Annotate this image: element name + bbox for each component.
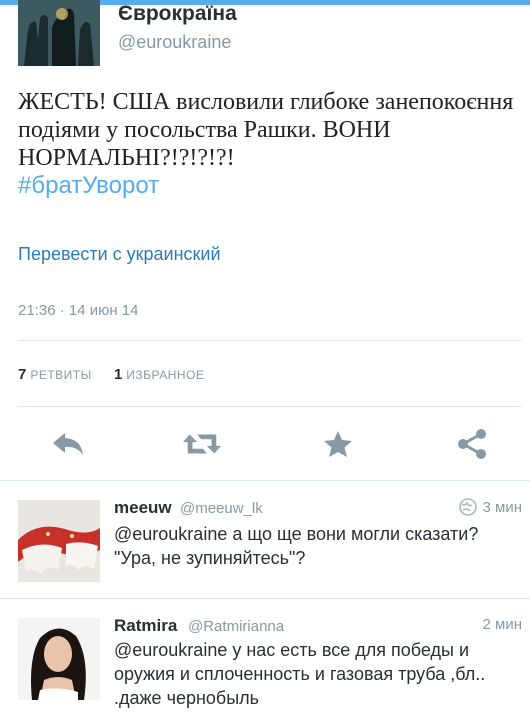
favorites-count[interactable]: 1 <box>114 366 122 383</box>
divider <box>18 340 522 341</box>
reply-author-name[interactable]: Ratmira <box>114 616 177 636</box>
reply-time: 2 мин <box>483 616 523 633</box>
translate-link[interactable]: Перевести с украинский <box>18 244 221 265</box>
retweet-icon <box>182 434 222 454</box>
star-icon <box>324 431 352 457</box>
tweet-actions <box>0 424 530 464</box>
reply-text: @euroukraine а що ще вони могли сказати?… <box>114 524 479 568</box>
globe-icon <box>458 498 477 516</box>
reply-item[interactable]: Ratmira @Ratmirianna 2 мин @euroukraine … <box>0 598 530 712</box>
favorite-button[interactable] <box>318 424 358 464</box>
favorites-label[interactable]: ИЗБРАННОЕ <box>126 368 204 382</box>
reply-avatar[interactable] <box>18 618 100 700</box>
reply-text: @euroukraine у нас есть все для победы и… <box>114 640 486 708</box>
reply-author-name[interactable]: meeuw <box>114 498 172 518</box>
tweet-text: ЖЕСТЬ! США висловили глибоке занепокоєнн… <box>18 88 518 200</box>
share-button[interactable] <box>452 424 492 464</box>
retweet-button[interactable] <box>182 424 222 464</box>
author-handle[interactable]: @euroukraine <box>118 32 231 53</box>
tweet-stats: 7 РЕТВИТЫ 1 ИЗБРАННОЕ <box>18 366 222 383</box>
reply-avatar[interactable] <box>18 500 100 582</box>
tweet-timestamp: 21:36 · 14 июн 14 <box>18 302 139 319</box>
reply-author-handle[interactable]: @Ratmirianna <box>188 618 284 635</box>
reply-button[interactable] <box>48 424 88 464</box>
reply-time-text: 2 мин <box>482 616 523 633</box>
author-avatar[interactable] <box>18 0 100 66</box>
divider <box>18 406 522 407</box>
reply-time-text: 3 мин <box>482 498 523 516</box>
retweets-label[interactable]: РЕТВИТЫ <box>30 368 91 382</box>
tweet-author[interactable]: Єврокраїна @euroukraine <box>0 0 530 80</box>
share-icon <box>458 429 486 459</box>
reply-icon <box>53 433 83 455</box>
hashtag-link[interactable]: #братУворот <box>18 172 159 199</box>
retweets-count[interactable]: 7 <box>18 366 26 383</box>
reply-time: 3 мин <box>458 498 523 516</box>
tweet-body: ЖЕСТЬ! США висловили глибоке занепокоєнн… <box>18 89 514 171</box>
author-name[interactable]: Єврокраїна <box>118 2 237 26</box>
reply-item[interactable]: meeuw @meeuw_lk 3 мин @euroukraine а що … <box>0 480 530 598</box>
reply-author-handle[interactable]: @meeuw_lk <box>180 500 263 517</box>
